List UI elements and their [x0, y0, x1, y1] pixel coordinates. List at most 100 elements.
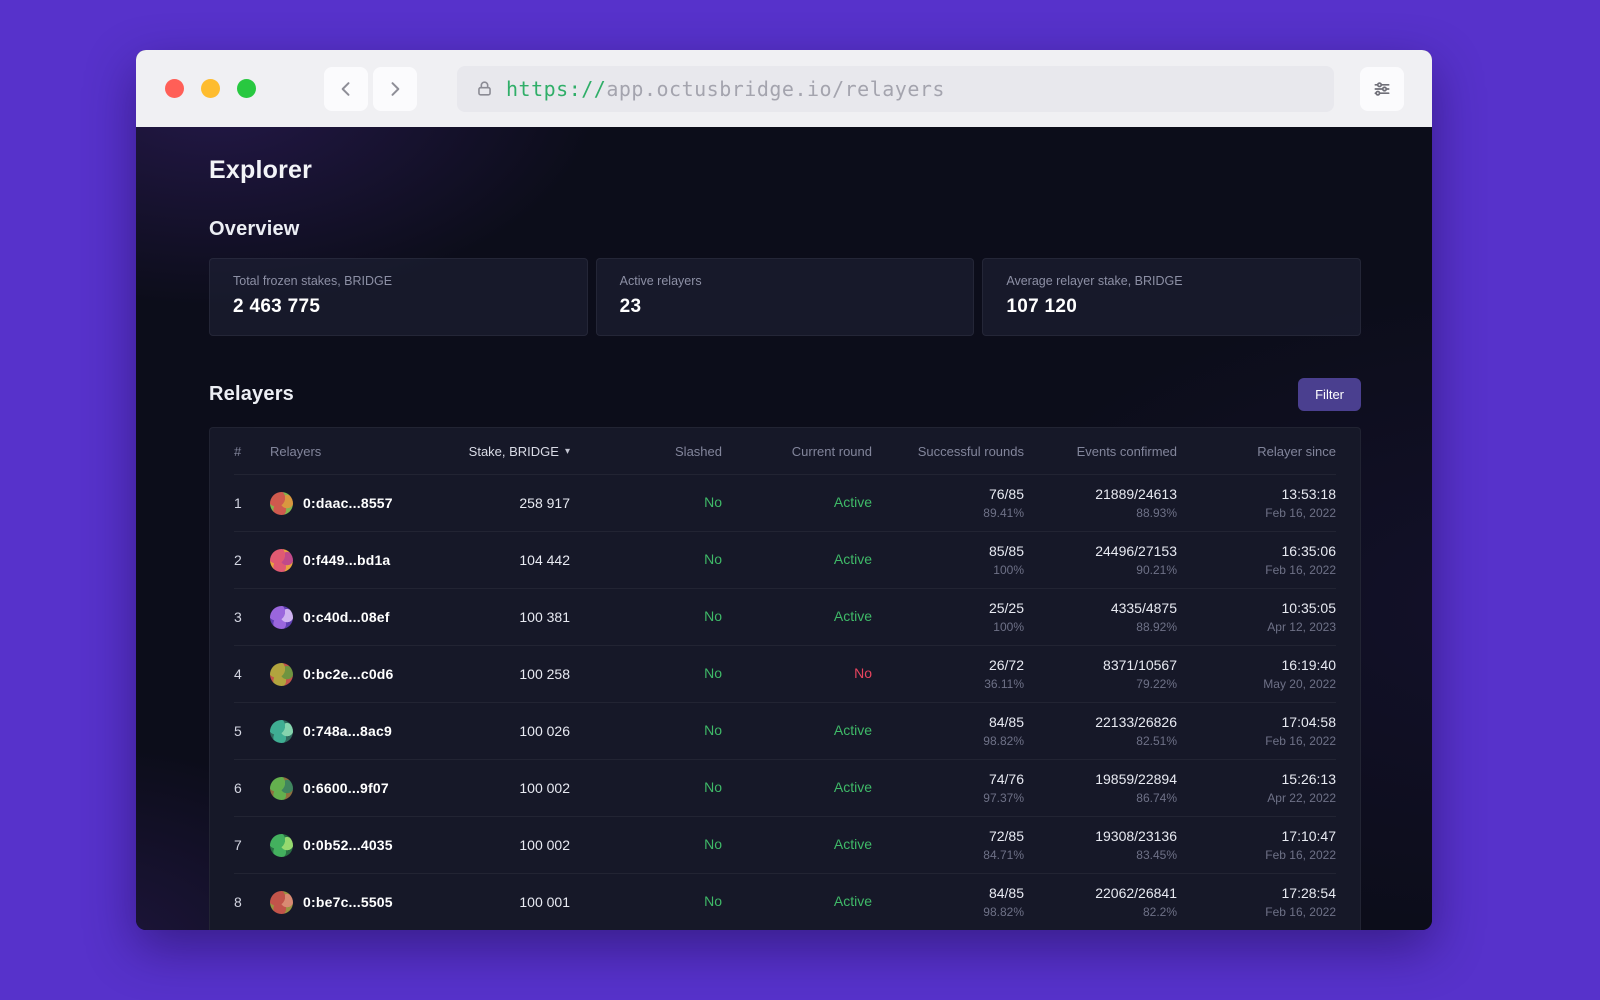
relayer-address[interactable]: 0:bc2e...c0d6 — [303, 666, 394, 682]
successful-rounds-cell: 26/72 36.11% — [872, 657, 1024, 691]
events-confirmed-cell: 19308/23136 83.45% — [1024, 828, 1177, 862]
stat-label: Total frozen stakes, BRIDGE — [233, 274, 393, 288]
back-button[interactable] — [324, 66, 368, 111]
events-confirmed-cell: 22062/26841 82.2% — [1024, 885, 1177, 919]
relayer-avatar — [270, 890, 293, 914]
events-confirmed-value: 21889/24613 — [1095, 486, 1177, 502]
relayer-since-cell: 15:26:13 Apr 22, 2022 — [1177, 771, 1336, 805]
relayer-avatar — [270, 491, 293, 515]
slashed-cell: No — [570, 779, 722, 797]
successful-rounds-percent: 36.11% — [984, 677, 1024, 691]
stake-cell: 104 442 — [519, 552, 570, 568]
relayer-since-time: 17:28:54 — [1281, 885, 1337, 901]
events-confirmed-cell: 19859/22894 86.74% — [1024, 771, 1177, 805]
successful-rounds-cell: 84/85 98.82% — [872, 885, 1024, 919]
relayer-address[interactable]: 0:daac...8557 — [303, 495, 393, 511]
relayer-address[interactable]: 0:6600...9f07 — [303, 780, 389, 796]
relayer-avatar — [270, 833, 293, 857]
successful-rounds-percent: 100% — [993, 563, 1024, 577]
slashed-value: No — [704, 608, 722, 624]
relayer-cell[interactable]: 0:6600...9f07 — [270, 776, 450, 800]
events-confirmed-percent: 82.51% — [1136, 734, 1177, 748]
successful-rounds-percent: 84.71% — [983, 848, 1024, 862]
relayers-section-header: Relayers Filter — [209, 378, 1361, 411]
overview-heading: Overview — [209, 218, 300, 240]
row-index: 2 — [234, 552, 242, 568]
table-row[interactable]: 6 0:6600...9f07 100 002 No Active 74/76 … — [234, 759, 1336, 816]
relayer-since-date: Feb 16, 2022 — [1265, 905, 1336, 919]
table-row[interactable]: 4 0:bc2e...c0d6 100 258 No No 26/72 36.1… — [234, 645, 1336, 702]
table-row[interactable]: 7 0:0b52...4035 100 002 No Active 72/85 … — [234, 816, 1336, 873]
overview-cards: Total frozen stakes, BRIDGE 2 463 775 Ac… — [209, 258, 1362, 336]
column-header-relayer-since: Relayer since — [1257, 443, 1336, 459]
url-scheme: https:// — [506, 76, 607, 101]
successful-rounds-value: 76/85 — [988, 486, 1024, 502]
relayer-cell[interactable]: 0:bc2e...c0d6 — [270, 662, 450, 686]
lock-icon — [478, 81, 491, 96]
table-row[interactable]: 2 0:f449...bd1a 104 442 No Active 85/85 … — [234, 531, 1336, 588]
successful-rounds-cell: 84/85 98.82% — [872, 714, 1024, 748]
stat-value: 107 120 — [1006, 296, 1078, 317]
relayer-since-date: May 20, 2022 — [1263, 677, 1336, 691]
browser-window: https://app.octusbridge.io/relayers Expl… — [136, 50, 1432, 930]
successful-rounds-value: 72/85 — [988, 828, 1024, 844]
url-bar[interactable]: https://app.octusbridge.io/relayers — [457, 65, 1334, 112]
stake-cell: 258 917 — [519, 495, 570, 511]
row-index: 7 — [234, 837, 242, 853]
window-controls — [165, 79, 256, 98]
slashed-value: No — [704, 836, 722, 852]
relayer-since-date: Apr 12, 2023 — [1267, 620, 1336, 634]
forward-button[interactable] — [373, 66, 417, 111]
current-round-value: Active — [833, 893, 872, 909]
stat-card-total-frozen-stakes: Total frozen stakes, BRIDGE 2 463 775 — [209, 258, 588, 336]
relayer-avatar — [270, 776, 293, 800]
table-row[interactable]: 3 0:c40d...08ef 100 381 No Active 25/25 … — [234, 588, 1336, 645]
browser-settings-button[interactable] — [1360, 66, 1404, 111]
relayer-address[interactable]: 0:c40d...08ef — [303, 609, 390, 625]
events-confirmed-value: 22133/26826 — [1095, 714, 1177, 730]
minimize-window-button[interactable] — [201, 79, 220, 98]
relayer-since-time: 16:35:06 — [1281, 543, 1337, 559]
relayer-cell[interactable]: 0:c40d...08ef — [270, 605, 450, 629]
events-confirmed-value: 19308/23136 — [1095, 828, 1177, 844]
relayer-address[interactable]: 0:0b52...4035 — [303, 837, 393, 853]
table-row[interactable]: 8 0:be7c...5505 100 001 No Active 84/85 … — [234, 873, 1336, 930]
successful-rounds-percent: 98.82% — [983, 905, 1024, 919]
row-index: 8 — [234, 894, 242, 910]
relayer-cell[interactable]: 0:f449...bd1a — [270, 548, 450, 572]
relayers-table: # Relayers Stake, BRIDGE ▾ Slashed Curren… — [209, 427, 1361, 930]
relayer-cell[interactable]: 0:748a...8ac9 — [270, 719, 450, 743]
events-confirmed-cell: 21889/24613 88.93% — [1024, 486, 1177, 520]
events-confirmed-value: 4335/4875 — [1110, 600, 1177, 616]
filter-button[interactable]: Filter — [1298, 378, 1361, 411]
slashed-cell: No — [570, 551, 722, 569]
relayer-cell[interactable]: 0:daac...8557 — [270, 491, 450, 515]
successful-rounds-cell: 74/76 97.37% — [872, 771, 1024, 805]
events-confirmed-cell: 8371/10567 79.22% — [1024, 657, 1177, 691]
relayer-address[interactable]: 0:748a...8ac9 — [303, 723, 392, 739]
slashed-cell: No — [570, 665, 722, 683]
relayer-since-time: 17:04:58 — [1281, 714, 1337, 730]
url-text: https://app.octusbridge.io/relayers — [506, 77, 945, 101]
relayer-address[interactable]: 0:be7c...5505 — [303, 894, 393, 910]
relayer-cell[interactable]: 0:be7c...5505 — [270, 890, 450, 914]
relayer-since-cell: 10:35:05 Apr 12, 2023 — [1177, 600, 1336, 634]
current-round-value: Active — [833, 608, 872, 624]
maximize-window-button[interactable] — [237, 79, 256, 98]
events-confirmed-percent: 82.2% — [1142, 905, 1177, 919]
table-row[interactable]: 5 0:748a...8ac9 100 026 No Active 84/85 … — [234, 702, 1336, 759]
relayer-cell[interactable]: 0:0b52...4035 — [270, 833, 450, 857]
table-row[interactable]: 1 0:daac...8557 258 917 No Active 76/85 … — [234, 474, 1336, 531]
relayer-address[interactable]: 0:f449...bd1a — [303, 552, 390, 568]
events-confirmed-cell: 22133/26826 82.51% — [1024, 714, 1177, 748]
current-round-cell: Active — [722, 608, 872, 626]
close-window-button[interactable] — [165, 79, 184, 98]
column-header-stake-sort[interactable]: Stake, BRIDGE ▾ — [450, 444, 570, 459]
column-header-events-confirmed: Events confirmed — [1076, 443, 1177, 459]
slashed-value: No — [704, 551, 722, 567]
stat-label: Active relayers — [619, 274, 702, 288]
row-index: 1 — [234, 495, 242, 511]
successful-rounds-cell: 72/85 84.71% — [872, 828, 1024, 862]
successful-rounds-percent: 89.41% — [983, 506, 1024, 520]
successful-rounds-value: 85/85 — [988, 543, 1024, 559]
